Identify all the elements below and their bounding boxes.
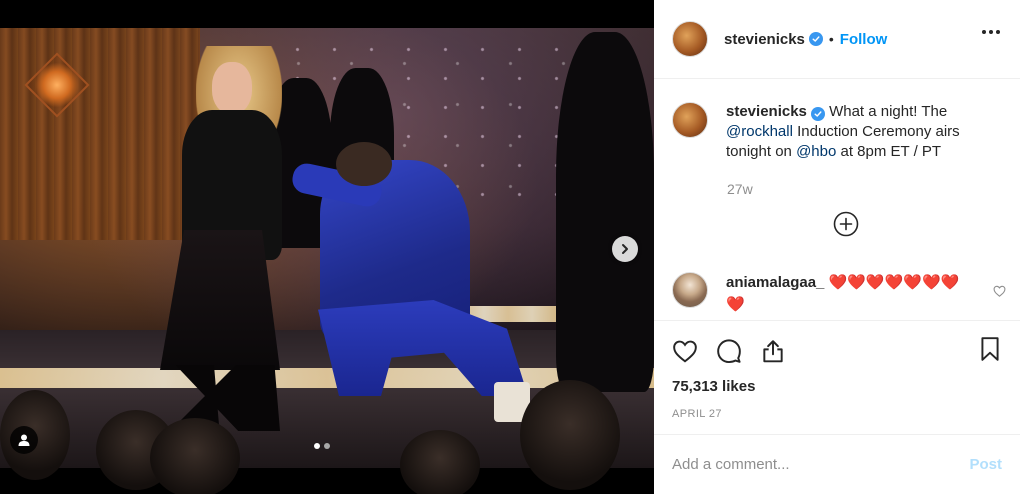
mention-link[interactable]: @rockhall (726, 123, 793, 140)
verified-badge-icon (810, 107, 825, 121)
more-options-icon[interactable] (982, 30, 1000, 34)
caption-timestamp[interactable]: 27w (727, 181, 753, 197)
separator-bullet: • (828, 31, 834, 47)
comment-button[interactable] (716, 338, 742, 364)
woman-face (212, 62, 252, 114)
audience-head (150, 418, 240, 494)
like-button[interactable] (672, 339, 698, 363)
comment-input[interactable] (672, 456, 970, 473)
audience-head (400, 430, 480, 494)
comment-text: aniamalagaa_ ❤️❤️❤️❤️❤️❤️❤️❤️ (726, 272, 976, 316)
author-avatar[interactable] (672, 21, 708, 57)
verified-badge-icon (808, 32, 823, 46)
author-username[interactable]: stevienicks (724, 31, 805, 48)
bookmark-icon (981, 337, 999, 361)
heart-icon (673, 340, 697, 363)
carousel-dot-active (314, 443, 320, 449)
save-button[interactable] (978, 336, 1002, 367)
commenter-avatar[interactable] (672, 272, 708, 308)
follow-button[interactable]: Follow (840, 31, 888, 48)
post-photo[interactable] (0, 0, 654, 494)
share-button[interactable] (760, 338, 786, 364)
commenter-username[interactable]: aniamalagaa_ (726, 274, 824, 291)
heart-icon (993, 285, 1006, 297)
band-member-3 (556, 32, 654, 392)
like-comment-button[interactable] (993, 284, 1006, 302)
post-actions (672, 336, 1002, 366)
caption-body-1: What a night! The (829, 103, 948, 120)
post-header: stevienicks • Follow (654, 0, 1020, 79)
man-hair (336, 142, 392, 186)
post-date[interactable]: APRIL 27 (672, 408, 722, 420)
user-tags-button[interactable] (10, 426, 38, 454)
caption-text: stevienicks What a night! The @rockhall … (726, 102, 996, 162)
comment-item: aniamalagaa_ ❤️❤️❤️❤️❤️❤️❤️❤️ (672, 272, 1012, 316)
wood-wall (0, 28, 200, 240)
post-side-panel: stevienicks • Follow stevienicks What a … (654, 0, 1020, 494)
audience-head (520, 380, 620, 490)
user-tag-icon (18, 434, 30, 446)
carousel-indicator (314, 443, 330, 449)
caption-author-avatar[interactable] (672, 102, 708, 138)
comment-bubble-icon (717, 339, 741, 364)
divider (654, 320, 1020, 321)
carousel-dot (324, 443, 330, 449)
caption-username[interactable]: stevienicks (726, 103, 807, 120)
caption-body-3: at 8pm ET / PT (836, 143, 942, 160)
comment-composer: Post (654, 434, 1020, 494)
likes-count[interactable]: 75,313 likes (672, 378, 755, 395)
post-comment-button[interactable]: Post (969, 456, 1002, 473)
load-more-comments-button[interactable] (833, 211, 859, 237)
post-caption: stevienicks What a night! The @rockhall … (672, 102, 1002, 162)
share-icon (763, 340, 783, 363)
chevron-right-icon (622, 244, 628, 254)
plus-circle-icon (833, 211, 859, 237)
next-slide-button[interactable] (612, 236, 638, 262)
mention-link[interactable]: @hbo (796, 143, 836, 160)
